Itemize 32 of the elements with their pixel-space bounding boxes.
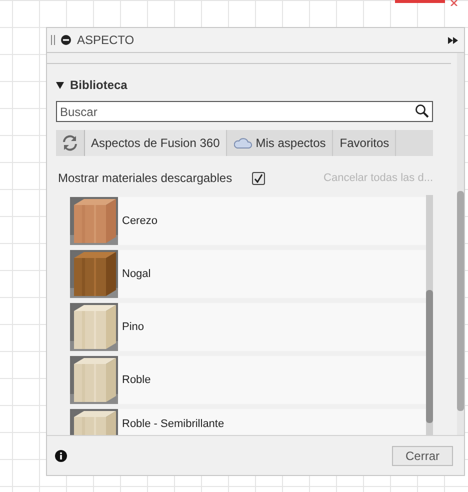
scrollbar-thumb[interactable] — [426, 290, 433, 423]
material-item[interactable]: Pino — [70, 303, 426, 351]
material-name: Roble — [122, 374, 151, 386]
search-field[interactable]: Buscar — [56, 101, 433, 122]
checkbox-label: Mostrar materiales descargables — [58, 171, 232, 185]
close-button[interactable]: Cerrar — [392, 446, 453, 466]
material-name: Roble - Semibrillante — [122, 418, 224, 430]
list-scrollbar[interactable] — [426, 195, 433, 435]
material-item[interactable]: Roble - Semibrillante — [70, 409, 426, 435]
material-name: Cerezo — [122, 215, 158, 227]
refresh-icon — [61, 134, 79, 152]
material-name: Nogal — [122, 268, 151, 280]
material-name: Pino — [122, 321, 144, 333]
info-icon[interactable] — [55, 450, 67, 462]
search-icon[interactable] — [415, 104, 429, 118]
scrollbar-thumb[interactable] — [457, 191, 464, 411]
close-icon[interactable] — [450, 0, 458, 6]
grip-handle[interactable] — [51, 35, 55, 45]
section-header[interactable]: Biblioteca — [56, 78, 128, 92]
checkbox[interactable] — [252, 172, 266, 184]
library-tab[interactable]: Mis aspectos — [226, 130, 333, 156]
cloud-icon — [234, 138, 252, 148]
material-item[interactable]: Cerezo — [70, 197, 426, 245]
material-item[interactable]: Roble — [70, 356, 426, 404]
panel-scrollbar[interactable] — [457, 53, 464, 435]
material-item[interactable]: Nogal — [70, 250, 426, 298]
collapse-icon[interactable] — [61, 35, 71, 45]
expand-icon[interactable] — [448, 36, 458, 44]
triangle-icon — [56, 82, 64, 88]
panel-title: ASPECTO — [77, 33, 136, 47]
library-tab[interactable]: Aspectos de Fusion 360 — [84, 130, 227, 156]
library-tab[interactable]: Favoritos — [332, 130, 396, 156]
